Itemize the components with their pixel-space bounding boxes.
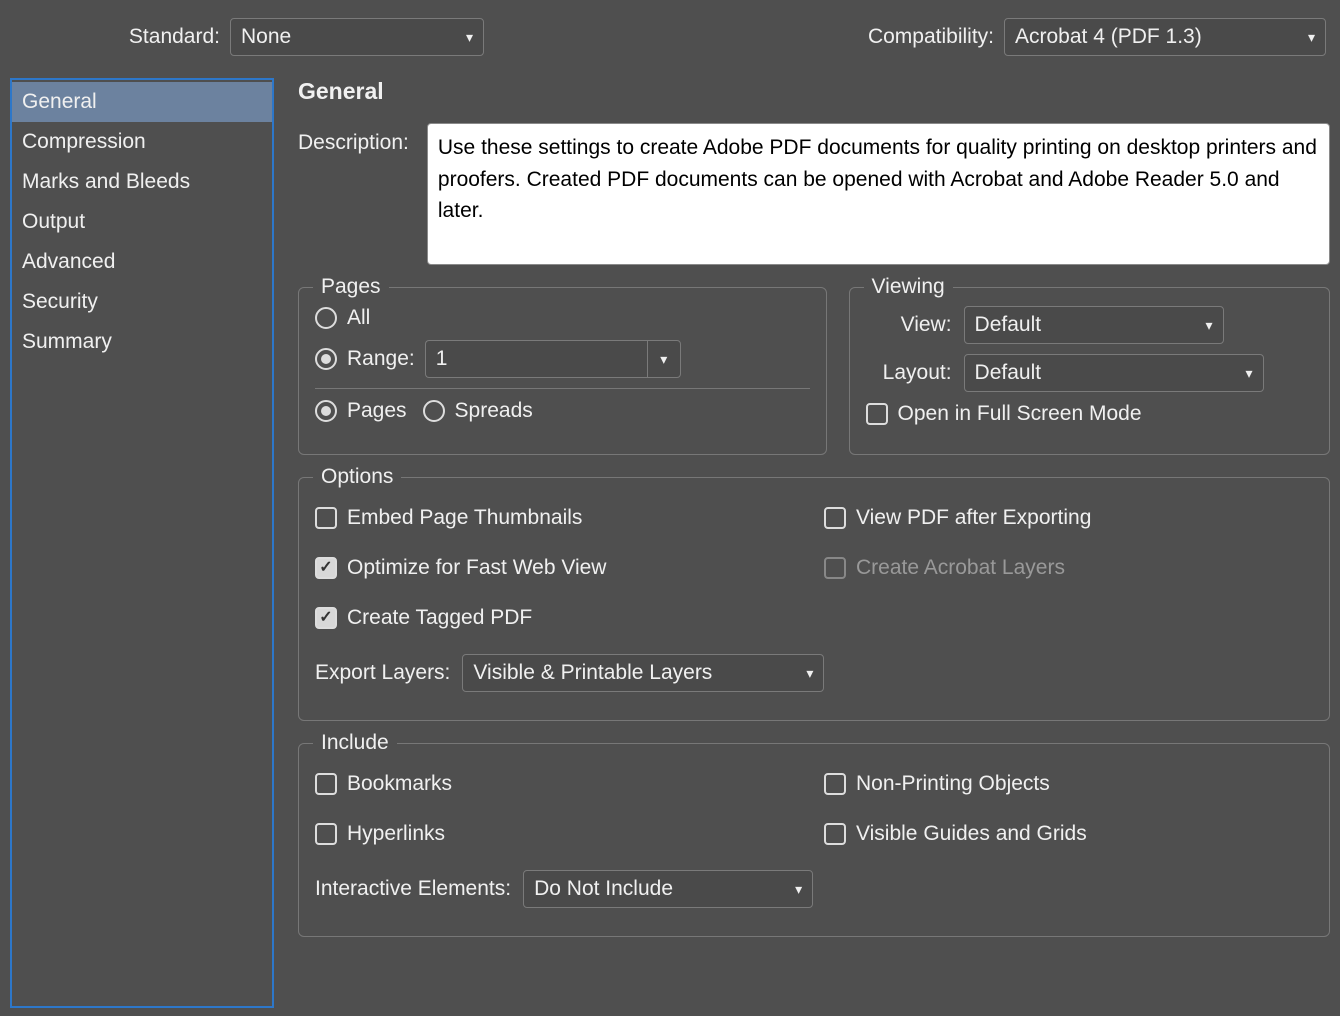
pages-legend: Pages [313, 275, 389, 299]
divider [315, 388, 810, 389]
standard-label: Standard: [14, 25, 220, 49]
checkbox-bookmarks[interactable] [315, 773, 337, 795]
view-label: View: [866, 313, 952, 337]
export-layers-select[interactable]: Visible & Printable Layers ▾ [462, 654, 824, 692]
chevron-down-icon: ▾ [466, 29, 473, 46]
content: General Description: Use these settings … [298, 78, 1340, 1008]
interactive-label: Interactive Elements: [315, 877, 511, 901]
radio-pages[interactable] [315, 400, 337, 422]
radio-all[interactable] [315, 307, 337, 329]
radio-spreads-label: Spreads [455, 399, 533, 423]
tagged-pdf-label: Create Tagged PDF [347, 606, 532, 630]
radio-range-label: Range: [347, 347, 415, 371]
layout-select[interactable]: Default ▾ [964, 354, 1264, 392]
sidebar: General Compression Marks and Bleeds Out… [10, 78, 274, 1008]
chevron-down-icon: ▾ [795, 881, 802, 898]
nonprinting-label: Non-Printing Objects [856, 772, 1050, 796]
hyperlinks-label: Hyperlinks [347, 822, 445, 846]
radio-all-label: All [347, 306, 370, 330]
range-combo[interactable]: 1 ▾ [425, 340, 681, 378]
sidebar-item-summary[interactable]: Summary [12, 322, 272, 362]
sidebar-item-output[interactable]: Output [12, 202, 272, 242]
chevron-down-icon: ▾ [660, 351, 667, 368]
guides-label: Visible Guides and Grids [856, 822, 1087, 846]
pages-fieldset: Pages All Range: 1 ▾ Pages [298, 287, 827, 455]
checkbox-guides[interactable] [824, 823, 846, 845]
chevron-down-icon: ▾ [1308, 29, 1315, 46]
include-fieldset: Include Bookmarks Non-Printing Objects H… [298, 743, 1330, 937]
fullscreen-label: Open in Full Screen Mode [898, 402, 1142, 426]
description-label: Description: [298, 123, 409, 155]
acrobat-layers-label: Create Acrobat Layers [856, 556, 1065, 580]
view-value: Default [975, 313, 1042, 337]
options-fieldset: Options Embed Page Thumbnails View PDF a… [298, 477, 1330, 721]
optimize-fast-label: Optimize for Fast Web View [347, 556, 606, 580]
interactive-value: Do Not Include [534, 877, 673, 901]
embed-thumbs-label: Embed Page Thumbnails [347, 506, 582, 530]
checkbox-embed-thumbs[interactable] [315, 507, 337, 529]
standard-value: None [241, 25, 291, 49]
chevron-down-icon: ▾ [1206, 317, 1213, 334]
checkbox-acrobat-layers [824, 557, 846, 579]
checkbox-fullscreen[interactable] [866, 403, 888, 425]
radio-spreads[interactable] [423, 400, 445, 422]
range-input[interactable]: 1 [425, 340, 647, 378]
options-legend: Options [313, 465, 401, 489]
export-layers-label: Export Layers: [315, 661, 450, 685]
checkbox-view-after[interactable] [824, 507, 846, 529]
checkbox-optimize-fast[interactable] [315, 557, 337, 579]
include-legend: Include [313, 731, 397, 755]
chevron-down-icon: ▾ [1246, 365, 1253, 382]
section-title: General [298, 78, 1330, 105]
radio-range[interactable] [315, 348, 337, 370]
radio-pages-label: Pages [347, 399, 407, 423]
compat-label: Compatibility: [868, 25, 994, 49]
range-dropdown-btn[interactable]: ▾ [647, 340, 681, 378]
top-bar: Standard: None ▾ Compatibility: Acrobat … [0, 0, 1340, 70]
sidebar-item-compression[interactable]: Compression [12, 122, 272, 162]
standard-select[interactable]: None ▾ [230, 18, 484, 56]
viewing-fieldset: Viewing View: Default ▾ Layout: Default … [849, 287, 1330, 455]
sidebar-item-marks-bleeds[interactable]: Marks and Bleeds [12, 162, 272, 202]
viewing-legend: Viewing [864, 275, 953, 299]
sidebar-item-general[interactable]: General [12, 82, 272, 122]
compat-value: Acrobat 4 (PDF 1.3) [1015, 25, 1202, 49]
chevron-down-icon: ▾ [806, 665, 813, 682]
checkbox-nonprinting[interactable] [824, 773, 846, 795]
layout-label: Layout: [866, 361, 952, 385]
description-textarea[interactable]: Use these settings to create Adobe PDF d… [427, 123, 1330, 265]
compat-select[interactable]: Acrobat 4 (PDF 1.3) ▾ [1004, 18, 1326, 56]
interactive-select[interactable]: Do Not Include ▾ [523, 870, 813, 908]
view-after-label: View PDF after Exporting [856, 506, 1091, 530]
view-select[interactable]: Default ▾ [964, 306, 1224, 344]
checkbox-hyperlinks[interactable] [315, 823, 337, 845]
layout-value: Default [975, 361, 1042, 385]
checkbox-tagged-pdf[interactable] [315, 607, 337, 629]
export-layers-value: Visible & Printable Layers [473, 661, 712, 685]
main: General Compression Marks and Bleeds Out… [0, 70, 1340, 1008]
sidebar-item-security[interactable]: Security [12, 282, 272, 322]
sidebar-item-advanced[interactable]: Advanced [12, 242, 272, 282]
bookmarks-label: Bookmarks [347, 772, 452, 796]
